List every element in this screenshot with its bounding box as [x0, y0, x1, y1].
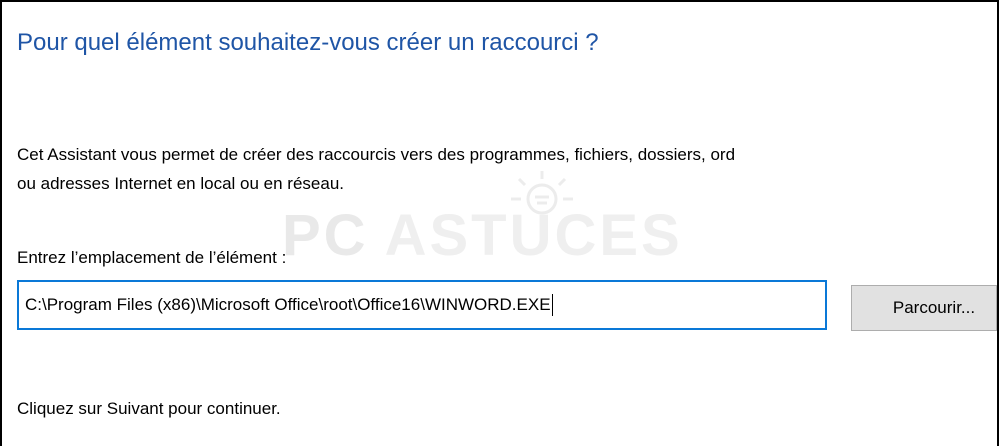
- text-caret: [551, 294, 553, 316]
- wizard-description: Cet Assistant vous permet de créer des r…: [17, 140, 997, 198]
- watermark-pc: PC: [282, 203, 369, 268]
- watermark-astuces: ASTUCES: [384, 203, 683, 268]
- location-label: Entrez l’emplacement de l’élément :: [17, 248, 287, 267]
- shortcut-wizard-page: PC ASTUCES Pour quel élément souhaitez-vo…: [0, 0, 999, 446]
- description-line-2: ou adresses Internet en local ou en rése…: [17, 174, 344, 193]
- watermark-text: PC ASTUCES: [282, 207, 683, 265]
- location-input-value[interactable]: C:\Program Files (x86)\Microsoft Office\…: [25, 295, 551, 315]
- description-line-1: Cet Assistant vous permet de créer des r…: [17, 145, 736, 164]
- page-title: Pour quel élément souhaitez-vous créer u…: [17, 29, 599, 56]
- location-input[interactable]: C:\Program Files (x86)\Microsoft Office\…: [17, 280, 827, 330]
- footer-instruction: Cliquez sur Suivant pour continuer.: [17, 399, 281, 418]
- browse-button[interactable]: Parcourir...: [851, 285, 997, 331]
